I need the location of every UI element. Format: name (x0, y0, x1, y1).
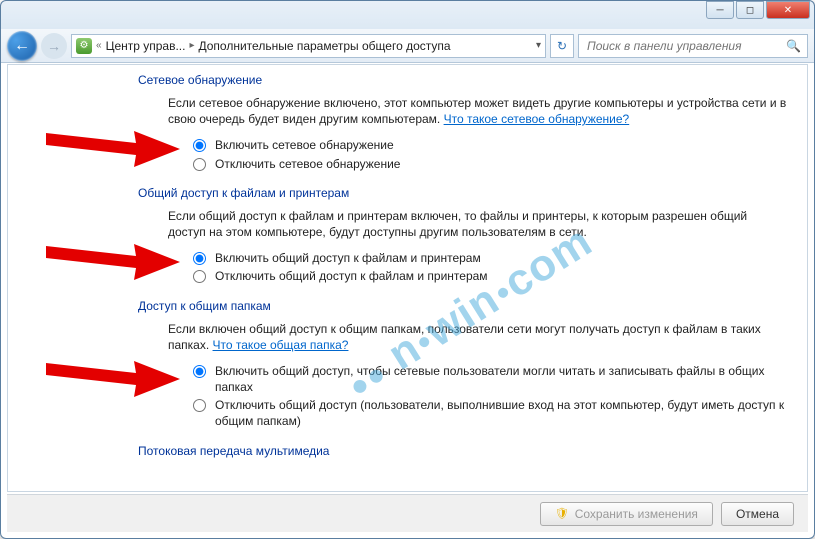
radio-disable-public-folder[interactable] (193, 399, 206, 412)
annotation-arrow (46, 355, 181, 401)
navbar: ← → ⚙ « Центр управ... ▸ Дополнительные … (1, 29, 814, 63)
nav-forward-button[interactable]: → (41, 33, 67, 59)
link-what-is-public-folder[interactable]: Что такое общая папка? (213, 338, 349, 352)
section-public-folder-sharing: Доступ к общим папкам Если включен общий… (138, 299, 787, 430)
nav-back-button[interactable]: ← (7, 31, 37, 61)
radio-enable-file-sharing[interactable] (193, 252, 206, 265)
search-box[interactable]: 🔍 (578, 34, 808, 58)
annotation-arrow (46, 238, 181, 284)
radio-label: Включить общий доступ, чтобы сетевые пол… (215, 363, 787, 395)
breadcrumb-segment-1[interactable]: Центр управ... (106, 39, 186, 53)
chevron-right-icon: ▸ (189, 40, 194, 51)
section-title: Потоковая передача мультимедиа (138, 444, 787, 458)
address-bar[interactable]: ⚙ « Центр управ... ▸ Дополнительные пара… (71, 34, 546, 58)
arrow-right-icon: → (47, 38, 61, 54)
radio-disable-file-sharing[interactable] (193, 270, 206, 283)
refresh-icon: ↻ (557, 39, 567, 53)
cancel-button[interactable]: Отмена (721, 502, 794, 526)
radio-disable-network-discovery[interactable] (193, 158, 206, 171)
save-button[interactable]: 🛡 Сохранить изменения (540, 502, 713, 526)
window-frame: ─ ◻ ✕ ← → ⚙ « Центр управ... ▸ Дополните… (0, 0, 815, 539)
breadcrumb-segment-2[interactable]: Дополнительные параметры общего доступа (199, 39, 451, 53)
control-panel-icon: ⚙ (76, 38, 92, 54)
content-scroll[interactable]: Сетевое обнаружение Если сетевое обнаруж… (8, 65, 807, 491)
section-title: Общий доступ к файлам и принтерам (138, 186, 787, 200)
section-file-printer-sharing: Общий доступ к файлам и принтерам Если о… (138, 186, 787, 285)
refresh-button[interactable]: ↻ (550, 34, 574, 58)
address-dropdown-icon[interactable]: ▾ (536, 40, 541, 51)
section-description: Если сетевое обнаружение включено, этот … (168, 95, 787, 127)
radio-enable-public-folder[interactable] (193, 365, 206, 378)
chevron-left-icon: « (96, 40, 102, 51)
link-what-is-network-discovery[interactable]: Что такое сетевое обнаружение? (444, 112, 630, 126)
annotation-arrow (46, 125, 181, 171)
section-title: Доступ к общим папкам (138, 299, 787, 313)
maximize-button[interactable]: ◻ (736, 1, 764, 19)
radio-label: Включить сетевое обнаружение (215, 137, 394, 153)
minimize-button[interactable]: ─ (706, 1, 734, 19)
button-label: Отмена (736, 507, 779, 521)
section-description: Если общий доступ к файлам и принтерам в… (168, 208, 787, 240)
section-media-streaming: Потоковая передача мультимедиа (138, 444, 787, 458)
content-area: Сетевое обнаружение Если сетевое обнаруж… (7, 64, 808, 492)
section-title: Сетевое обнаружение (138, 73, 787, 87)
radio-enable-network-discovery[interactable] (193, 139, 206, 152)
radio-label: Отключить сетевое обнаружение (215, 156, 400, 172)
radio-label: Включить общий доступ к файлам и принтер… (215, 250, 481, 266)
section-description: Если включен общий доступ к общим папкам… (168, 321, 787, 353)
search-icon: 🔍 (786, 39, 801, 53)
button-bar: 🛡 Сохранить изменения Отмена (7, 494, 808, 532)
radio-label: Отключить общий доступ к файлам и принте… (215, 268, 488, 284)
shield-icon: 🛡 (555, 507, 569, 520)
close-button[interactable]: ✕ (766, 1, 810, 19)
button-label: Сохранить изменения (575, 507, 698, 521)
titlebar: ─ ◻ ✕ (1, 1, 814, 29)
search-input[interactable] (585, 38, 780, 54)
section-network-discovery: Сетевое обнаружение Если сетевое обнаруж… (138, 73, 787, 172)
radio-label: Отключить общий доступ (пользователи, вы… (215, 397, 787, 429)
arrow-left-icon: ← (14, 37, 30, 55)
